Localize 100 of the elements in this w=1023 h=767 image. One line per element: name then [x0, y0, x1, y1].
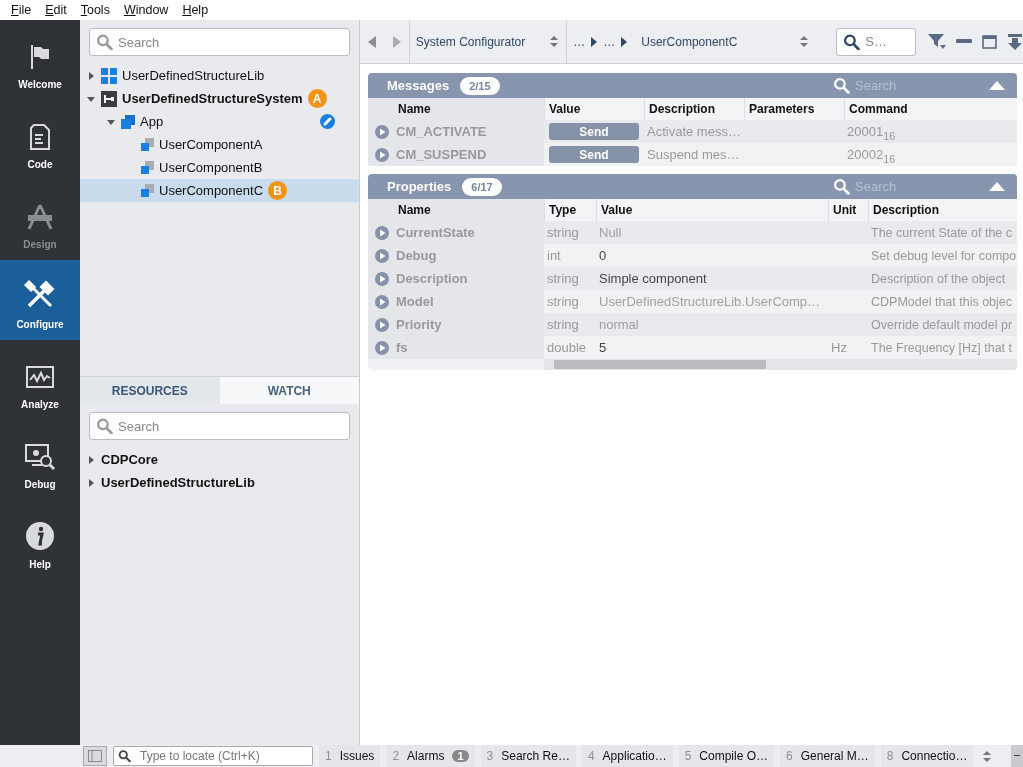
tree-item-label: CDPCore: [101, 452, 159, 467]
document-icon: [29, 123, 51, 151]
view-selector[interactable]: System Configurator: [409, 20, 568, 63]
play-icon[interactable]: [375, 147, 389, 162]
row-name: Priority: [396, 317, 442, 332]
flag-icon: [28, 43, 52, 71]
output-tab[interactable]: 8 Connectio…: [880, 745, 974, 767]
panel-tab[interactable]: RESOURCES: [80, 377, 220, 404]
scrollbar[interactable]: [544, 359, 1017, 370]
search-icon: [96, 33, 113, 51]
table-cell-text: int: [546, 247, 562, 265]
table-cell-text: 20001$_{16}$: [846, 123, 897, 143]
caret-icon[interactable]: [86, 70, 96, 81]
filter-icon[interactable]: [928, 33, 946, 50]
output-tab[interactable]: 5 Compile O…: [678, 745, 774, 767]
output-tab[interactable]: 4 Applicatio…: [581, 745, 673, 767]
tree-item-label: UserDefinedStructureSystem: [122, 91, 303, 106]
table-cell-text: Override default model pr: [870, 316, 1014, 334]
caret-icon[interactable]: [86, 477, 96, 488]
tree-item[interactable]: App: [80, 110, 359, 133]
search-field[interactable]: Search: [89, 28, 350, 56]
chevron-icon: [591, 36, 598, 47]
tree-item[interactable]: UserComponentC B: [80, 179, 359, 202]
search-field[interactable]: Search: [89, 412, 350, 440]
download-arrow-icon[interactable]: [1007, 33, 1023, 50]
grid-icon: [101, 67, 117, 84]
value-cell[interactable]: Simple component: [596, 267, 828, 290]
menu-item[interactable]: Edit: [38, 3, 74, 17]
search-icon: [833, 178, 850, 195]
tree-item[interactable]: UserDefinedStructureLib: [80, 64, 359, 87]
table-cell-text: 20002$_{16}$: [846, 146, 897, 166]
row-name: CurrentState: [396, 225, 475, 240]
menu-item[interactable]: File: [4, 3, 39, 17]
play-icon[interactable]: [375, 317, 389, 332]
tree-item[interactable]: UserComponentA: [80, 133, 359, 156]
tree-item-label: UserComponentA: [159, 137, 263, 152]
stacked-squares-icon: [141, 184, 154, 197]
count-badge: 6/17: [462, 177, 502, 196]
tree-item[interactable]: UserComponentB: [80, 156, 359, 179]
breadcrumb-item[interactable]: …: [603, 34, 616, 49]
table-cell-text: string: [546, 224, 580, 242]
column-header: Name: [368, 98, 544, 120]
minimize-icon[interactable]: [956, 39, 972, 44]
tree-item[interactable]: UserDefinedStructureLib: [80, 471, 359, 494]
row-name: Model: [396, 294, 434, 309]
updown-icon: [983, 750, 991, 762]
table-cell-text: Description of the object: [870, 270, 1007, 288]
search-icon: [96, 417, 113, 435]
table-cell-text: string: [546, 270, 580, 288]
value-cell[interactable]: 5: [596, 336, 828, 359]
chart-monitor-icon: [25, 365, 55, 391]
play-icon[interactable]: [375, 124, 389, 139]
tree-item-label: App: [140, 114, 164, 129]
output-tab[interactable]: 3 Search Re…: [480, 745, 576, 767]
play-icon[interactable]: [375, 271, 389, 286]
tree-item[interactable]: CDPCore: [80, 448, 359, 471]
minimize-button[interactable]: [1011, 745, 1023, 767]
output-tab[interactable]: 6 General M…: [780, 745, 875, 767]
play-icon[interactable]: [375, 248, 389, 263]
panel-tab[interactable]: WATCH: [219, 377, 359, 404]
output-tab[interactable]: 1 Issues: [319, 745, 381, 767]
value-cell[interactable]: 0: [596, 244, 828, 267]
nav-item[interactable]: Help: [0, 500, 80, 580]
breadcrumb-item[interactable]: UserComponentC: [641, 34, 738, 49]
caret-icon[interactable]: [86, 454, 96, 465]
tree-item-label: UserComponentB: [159, 160, 263, 175]
forward-button[interactable]: [392, 35, 401, 48]
table-cell-text: Set debug level for compo: [870, 247, 1017, 265]
table-cell-text: string: [546, 293, 580, 311]
letter-badge: B: [268, 181, 288, 200]
locate-field[interactable]: Type to locate (Ctrl+K): [113, 746, 313, 766]
play-icon[interactable]: [375, 294, 389, 309]
column-header: Name: [368, 199, 544, 221]
tree-item[interactable]: UserDefinedStructureSystem A: [80, 87, 359, 110]
tree-item-label: UserDefinedStructureLib: [101, 475, 255, 490]
nav-item[interactable]: Analyze: [0, 340, 80, 420]
table-cell-text: CDPModel that this objec: [870, 293, 1014, 311]
window-icon[interactable]: [982, 34, 997, 49]
table-cell-text: Suspend mes…: [646, 146, 741, 164]
play-icon[interactable]: [375, 340, 389, 355]
letter-badge: A: [307, 89, 327, 108]
row-name: Description: [396, 271, 468, 286]
breadcrumb-bar[interactable]: … … UserComponentC: [567, 20, 817, 63]
chevron-icon: [621, 36, 628, 47]
menu-item[interactable]: Help: [175, 3, 216, 17]
nav-item[interactable]: Configure: [0, 260, 80, 340]
nav-item[interactable]: Debug: [0, 420, 80, 500]
nav-item[interactable]: Code: [0, 100, 80, 180]
stacked-squares-icon: [141, 161, 154, 174]
search-field[interactable]: S…: [836, 27, 916, 56]
play-icon[interactable]: [375, 225, 389, 240]
count-badge: 2/15: [460, 76, 500, 95]
menu-item[interactable]: Tools: [73, 3, 117, 17]
breadcrumb-item[interactable]: …: [573, 34, 586, 49]
count-badge: 1: [452, 750, 469, 762]
back-button[interactable]: [368, 35, 377, 48]
sidebar-toggle-button[interactable]: [83, 746, 107, 766]
menu-item[interactable]: Window: [116, 3, 176, 17]
output-tab[interactable]: 2 Alarms 1: [386, 745, 475, 767]
nav-item[interactable]: Welcome: [0, 20, 80, 100]
